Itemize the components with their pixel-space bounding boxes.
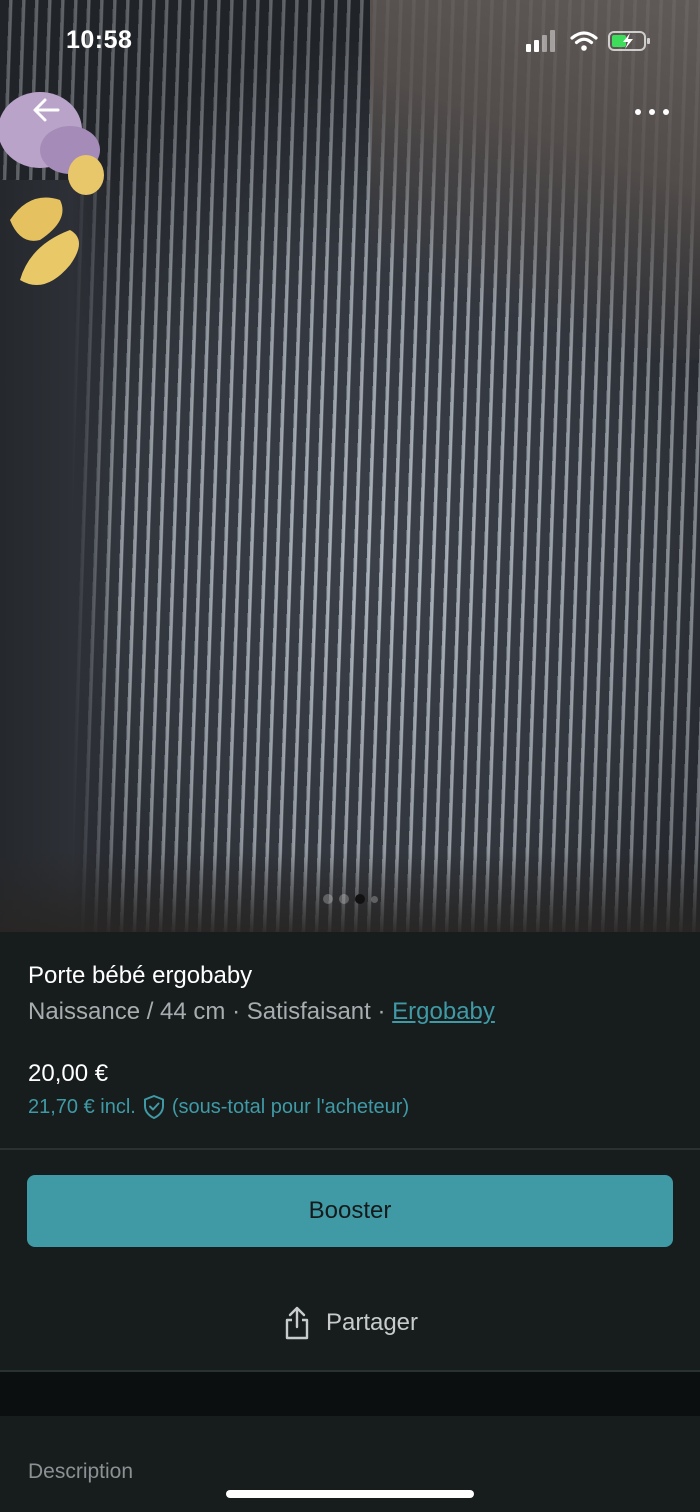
wifi-icon (570, 31, 598, 51)
share-label: Partager (325, 1309, 419, 1336)
cellular-signal-icon (526, 30, 555, 52)
more-options-icon[interactable] (632, 98, 672, 126)
carousel-dot (370, 895, 378, 903)
subtitle-separator: · (370, 998, 393, 1025)
home-indicator[interactable] (226, 1490, 474, 1498)
status-icons (526, 30, 652, 52)
listing-title: Porte bébé ergobaby (28, 962, 253, 989)
brand-link[interactable]: Ergobaby (392, 998, 495, 1025)
description-heading: Description (28, 1460, 134, 1483)
shield-check-icon (143, 1095, 164, 1119)
subtitle-separator: · (225, 998, 247, 1025)
status-time: 10:58 (66, 26, 133, 54)
listing-subtitle: Naissance / 44 cm · Satisfaisant · Ergob… (28, 998, 495, 1026)
carousel-dot (338, 894, 349, 904)
booster-button[interactable]: Booster (27, 1175, 673, 1247)
buyer-protection-price[interactable]: 21,70 € incl. (sous-total pour l'acheteu… (28, 1094, 409, 1120)
item-photo[interactable] (0, 0, 700, 932)
carousel-dot-active (354, 894, 365, 904)
price-incl-note: (sous-total pour l'acheteur) (171, 1095, 410, 1118)
listing-size: Naissance / 44 cm (28, 998, 226, 1025)
listing-price: 20,00 € (28, 1060, 109, 1087)
listing-condition: Satisfaisant (246, 998, 371, 1025)
price-incl-amount: 21,70 € incl. (28, 1095, 136, 1118)
back-arrow-icon[interactable] (28, 92, 64, 128)
carousel-dot (322, 894, 333, 904)
status-bar: 10:58 (0, 0, 700, 80)
listing-details: Porte bébé ergobaby Naissance / 44 cm · … (0, 932, 700, 1148)
section-gap (0, 1372, 700, 1416)
battery-charging-icon (608, 31, 650, 51)
share-button[interactable]: Partager (0, 1300, 700, 1346)
carousel-dots (0, 892, 700, 906)
share-icon (285, 1306, 309, 1340)
listing-actions: Booster Partager (0, 1150, 700, 1370)
